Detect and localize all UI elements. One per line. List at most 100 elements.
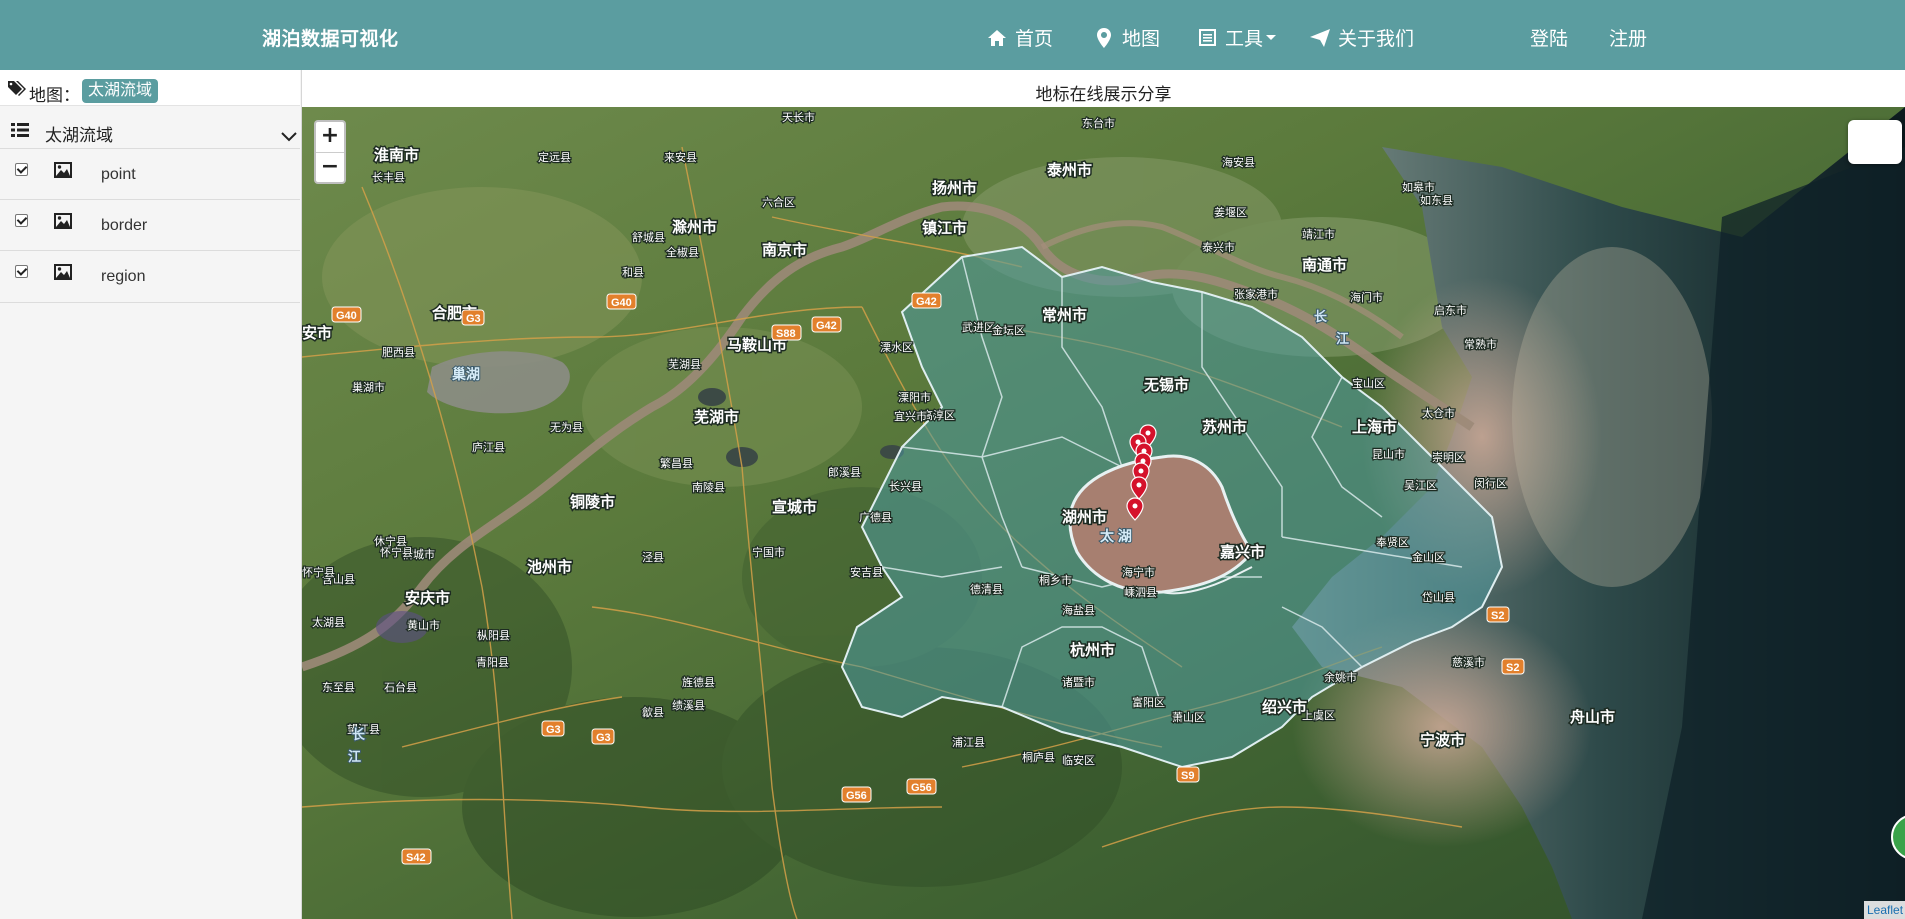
city-label: 苏州市 (1202, 418, 1247, 436)
county-label: 诸暨市 (1062, 675, 1095, 689)
river-label: 长 (352, 727, 366, 742)
county-label: 嵊泗县 (1124, 586, 1157, 599)
map-canvas[interactable]: 淮南市 滁州市 扬州市 泰州市 镇江市 南京市 南通市 合肥市 马鞍山市 常州市 无锡市 苏州市 上海市… (302, 107, 1905, 919)
river-label: 江 (348, 749, 361, 764)
county-label: 余姚市 (1324, 670, 1357, 684)
lake-label: 巢湖 (451, 366, 480, 382)
city-label: 芜湖市 (694, 408, 739, 426)
zoom-out-button[interactable]: − (316, 153, 344, 183)
city-label: 安市 (302, 324, 332, 342)
county-label: 海安县 (1222, 155, 1255, 169)
picture-icon (54, 264, 72, 285)
county-label: 肥西县 (382, 346, 415, 359)
map-attribution[interactable]: Leaflet (1864, 901, 1905, 919)
nav-map-label: 地图 (1122, 29, 1161, 50)
county-label: 旌德县 (682, 675, 715, 689)
county-label: 巢湖市 (352, 380, 385, 394)
county-label: 靖江市 (1302, 227, 1335, 241)
lake-label: 太 湖 (1100, 528, 1132, 544)
county-label: 桐乡市 (1039, 573, 1072, 587)
list-icon (11, 122, 29, 143)
county-label: 太仓市 (1422, 406, 1455, 420)
layer-name: region (101, 268, 146, 285)
county-label: 宜兴市 (894, 409, 927, 423)
city-label: 杭州市 (1070, 641, 1115, 659)
highway-label: S2 (1491, 610, 1504, 622)
nav-tools-dropdown[interactable]: 工具 (1195, 24, 1277, 51)
county-label: 闵行区 (1474, 476, 1507, 490)
layer-name: point (101, 166, 136, 183)
highway-label: G56 (846, 790, 867, 802)
city-label: 安庆市 (405, 589, 450, 607)
register-link[interactable]: 注册 (1609, 24, 1647, 51)
county-label: 繁昌县 (660, 456, 693, 470)
highway-label: S2 (1506, 662, 1519, 674)
highway-label: G56 (911, 782, 932, 794)
layer-group-header[interactable]: 太湖流域 (0, 118, 300, 146)
satellite-map[interactable]: 淮南市滁州市扬州市泰州市镇江市南京市南通市合肥市马鞍山市常州市无锡市苏州市 上海市… (302, 107, 1905, 919)
tags-icon (8, 80, 28, 101)
layer-checkbox-region[interactable] (15, 265, 28, 278)
zoom-control: + − (314, 120, 346, 184)
county-label: 庐江县 (472, 440, 505, 454)
county-label: 如东县 (1420, 193, 1453, 207)
zoom-in-button[interactable]: + (316, 122, 344, 153)
nav-map[interactable]: 地图 (1092, 24, 1160, 51)
register-label: 注册 (1609, 29, 1648, 50)
chevron-down-icon[interactable] (281, 129, 297, 147)
river-label: 江 (1336, 331, 1349, 346)
county-label: 宁国市 (752, 545, 785, 559)
county-label: 如皋市 (1402, 180, 1435, 194)
county-label: 长兴县 (889, 480, 922, 493)
nav-home-label: 首页 (1015, 29, 1054, 50)
county-label: 绩溪县 (672, 699, 705, 712)
nav-home[interactable]: 首页 (985, 24, 1053, 51)
picture-icon (54, 213, 72, 234)
county-label: 休宁县 (374, 534, 407, 548)
county-label: 萧山区 (1172, 711, 1205, 724)
current-map-badge[interactable]: 太湖流域 (82, 79, 159, 103)
county-label: 奉贤区 (1376, 535, 1409, 549)
nav-about[interactable]: 关于我们 (1308, 24, 1414, 51)
county-label: 金山区 (1412, 550, 1445, 564)
county-label: 常熟市 (1464, 337, 1497, 351)
login-label: 登陆 (1530, 29, 1569, 50)
layers-control-button[interactable] (1848, 120, 1902, 164)
nav-tools-label: 工具 (1225, 29, 1264, 50)
highway-label: G3 (546, 724, 561, 736)
layer-sidebar: 地图： 太湖流域 太湖流域 point border region (0, 70, 302, 919)
layer-item-point: point (0, 148, 300, 200)
county-label: 金坛区 (992, 323, 1025, 337)
city-label: 泰州市 (1046, 161, 1092, 179)
layer-checkbox-border[interactable] (15, 214, 28, 227)
highway-label: G40 (611, 297, 632, 309)
content-title-bar: 地标在线展示分享 (302, 70, 1905, 107)
county-label: 舒城县 (632, 230, 665, 244)
county-label: 泾县 (642, 551, 664, 564)
county-label: 德清县 (970, 582, 1003, 596)
county-label: 来安县 (664, 150, 697, 164)
county-label: 浦江县 (952, 736, 985, 749)
county-label: 芜湖县 (668, 357, 701, 371)
county-label: 临安区 (1062, 753, 1095, 767)
county-label: 岱山县 (1422, 590, 1455, 604)
login-link[interactable]: 登陆 (1530, 24, 1568, 51)
layer-checkbox-point[interactable] (15, 163, 28, 176)
city-label: 宣城市 (772, 498, 817, 516)
city-label: 嘉兴市 (1219, 543, 1265, 561)
city-label: 南京市 (762, 241, 807, 259)
highway-label: S42 (406, 852, 426, 864)
county-label: 海宁市 (1122, 565, 1155, 579)
layer-name: border (101, 217, 148, 234)
home-icon (985, 27, 1009, 49)
county-label: 吴江区 (1404, 479, 1437, 492)
county-label: 泰兴市 (1202, 240, 1235, 254)
city-label: 绍兴市 (1262, 698, 1307, 716)
county-label: 广德县 (859, 510, 892, 524)
brand-title[interactable]: 湖泊数据可视化 (262, 24, 399, 51)
city-label: 淮南市 (374, 146, 419, 164)
county-label: 歙县 (642, 705, 664, 719)
county-label: 张家港市 (1234, 287, 1278, 301)
highway-label: S9 (1181, 770, 1194, 782)
county-label: 黄山市 (407, 618, 440, 632)
